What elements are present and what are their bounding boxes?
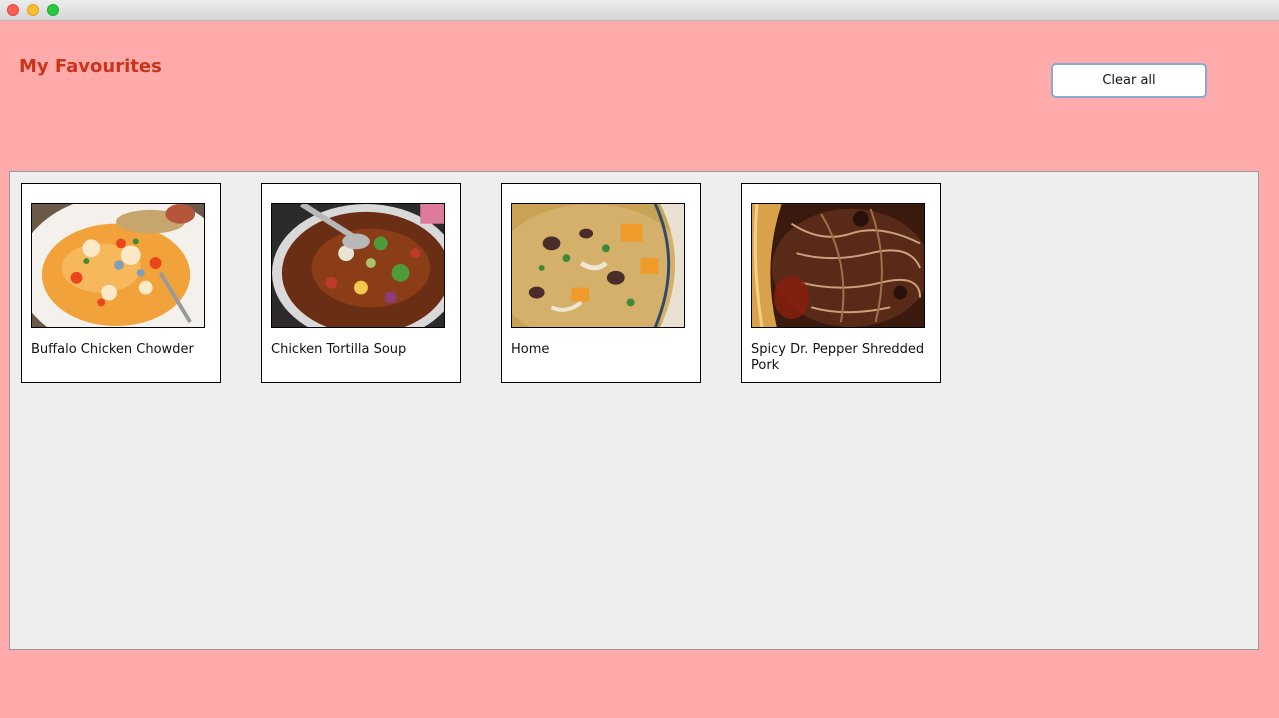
minimize-icon[interactable] <box>27 4 39 16</box>
favourite-card-spicy-dr-pepper-shredded-pork[interactable]: Spicy Dr. Pepper Shredded Pork <box>741 183 941 383</box>
squash-stew-photo[interactable] <box>511 203 685 328</box>
maximize-icon[interactable] <box>47 4 59 16</box>
favourite-card-buffalo-chicken-chowder[interactable]: Buffalo Chicken Chowder <box>21 183 221 383</box>
clear-all-button[interactable]: Clear all <box>1051 63 1207 98</box>
favourite-card-home[interactable]: Home <box>501 183 701 383</box>
favourite-card-title: Home <box>511 342 550 357</box>
shredded-pork-photo[interactable] <box>751 203 925 328</box>
favourite-card-title: Chicken Tortilla Soup <box>271 342 407 357</box>
window-titlebar <box>0 0 1279 21</box>
tortilla-soup-photo[interactable] <box>271 203 445 328</box>
favourite-card-title: Spicy Dr. Pepper Shredded Pork <box>751 342 925 373</box>
chowder-photo[interactable] <box>31 203 205 328</box>
close-icon[interactable] <box>7 4 19 16</box>
favourite-card-title: Buffalo Chicken Chowder <box>31 342 194 357</box>
page-title: My Favourites <box>19 56 162 77</box>
favourite-card-chicken-tortilla-soup[interactable]: Chicken Tortilla Soup <box>261 183 461 383</box>
favourites-panel: Buffalo Chicken Chowder Chicken Tortilla… <box>9 171 1259 650</box>
